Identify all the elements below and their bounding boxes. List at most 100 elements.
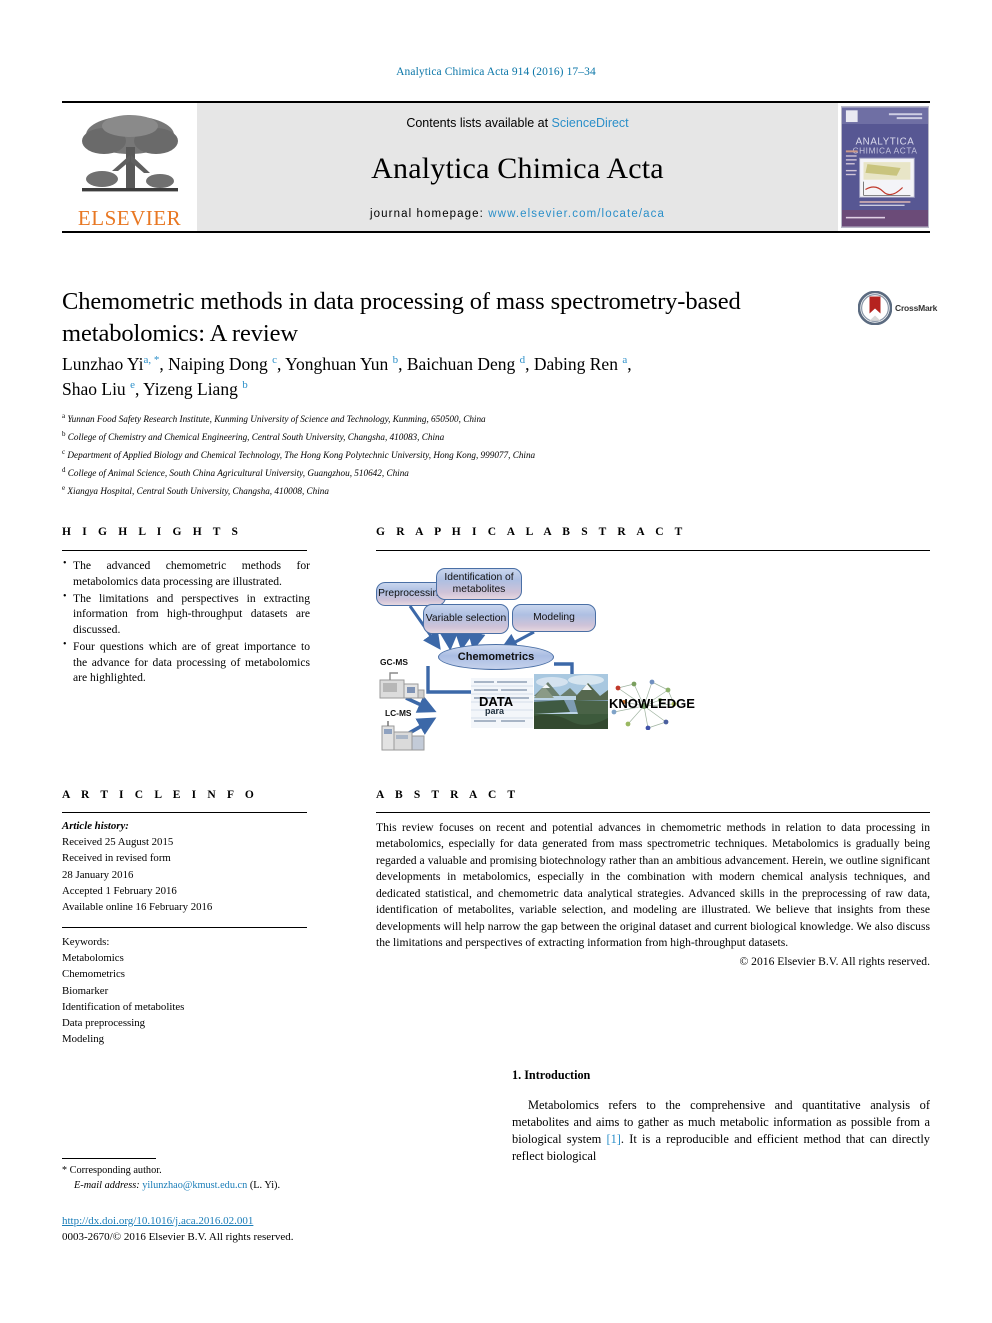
- elsevier-tree-icon: [81, 115, 178, 192]
- highlights-list: The advanced chemometric methods for met…: [62, 557, 310, 687]
- affiliation-row: b College of Chemistry and Chemical Engi…: [62, 428, 862, 446]
- author-name-5: Shao Liu: [62, 378, 126, 399]
- gc-ms-instrument-icon: [379, 672, 425, 699]
- article-info-heading: A R T I C L E I N F O: [62, 789, 258, 801]
- journal-header-center: Contents lists available at ScienceDirec…: [197, 103, 838, 231]
- article-history: Article history: Received 25 August 2015…: [62, 818, 307, 915]
- ga-node-modeling: Modeling: [512, 604, 596, 632]
- history-item: Accepted 1 February 2016: [62, 884, 177, 897]
- graphical-abstract-figure: Preprocessing Identification of metaboli…: [376, 560, 930, 751]
- list-item: The limitations and perspectives in extr…: [62, 590, 310, 638]
- email-line: E-mail address: yilunzhao@kmust.edu.cn (…: [62, 1178, 362, 1193]
- title-block: Chemometric methods in data processing o…: [62, 286, 852, 350]
- affiliation-mark: d: [62, 465, 66, 474]
- author-mark-1: c: [272, 354, 278, 367]
- corresponding-author-label: Corresponding author.: [69, 1165, 162, 1176]
- author-name-6: Yizeng Liang: [143, 378, 238, 399]
- abstract-heading: A B S T R A C T: [376, 789, 520, 801]
- ga-node-label: Preprocessing: [378, 588, 444, 600]
- article-history-label: Article history:: [62, 820, 129, 832]
- author-mark-5: e: [130, 379, 135, 392]
- email-link[interactable]: yilunzhao@kmust.edu.cn: [142, 1180, 247, 1191]
- highlights-divider: [62, 550, 307, 551]
- keywords-label: Keywords:: [62, 936, 110, 948]
- footnote-divider: [62, 1158, 156, 1159]
- affiliation-mark: e: [62, 483, 66, 492]
- citation-link[interactable]: [1]: [606, 1132, 620, 1146]
- author-name-0: Lunzhao Yi: [62, 354, 144, 374]
- affiliation-mark: a: [62, 412, 66, 420]
- ga-label-knowledge: KNOWLEDGE: [609, 696, 695, 711]
- affiliation-row: e Xiangya Hospital, Central South Univer…: [62, 482, 862, 500]
- author-name-1: Naiping Dong: [168, 354, 268, 374]
- article-info-divider: [62, 812, 307, 813]
- ga-node-label: Variable selection: [425, 613, 507, 625]
- email-label: E-mail address:: [74, 1180, 140, 1192]
- ga-node-chemometrics: Chemometrics: [438, 644, 554, 670]
- crossmark-badge[interactable]: CrossMark: [858, 286, 946, 330]
- affiliation-text: College of Chemistry and Chemical Engine…: [67, 431, 445, 442]
- lc-ms-instrument-icon: [381, 721, 425, 751]
- contents-available-line: Contents lists available at ScienceDirec…: [406, 116, 628, 130]
- running-head: Analytica Chimica Acta 914 (2016) 17–34: [396, 66, 596, 78]
- author-mark-3: d: [519, 354, 526, 367]
- affiliation-row: a Yunnan Food Safety Research Institute,…: [62, 410, 862, 428]
- author-name-4: Dabing Ren: [533, 354, 618, 374]
- abstract-text: This review focuses on recent and potent…: [376, 821, 930, 950]
- affiliation-text: College of Animal Science, South China A…: [67, 467, 409, 478]
- graphical-abstract-divider: [376, 550, 930, 551]
- author-name-3: Baichuan Deng: [406, 354, 516, 374]
- author-mark-4: a: [622, 354, 628, 367]
- journal-title: Analytica Chimica Acta: [371, 152, 664, 185]
- ga-node-label: Chemometrics: [457, 651, 535, 663]
- history-item: 28 January 2016: [62, 868, 134, 881]
- history-item: Received in revised form: [62, 852, 171, 865]
- highlights-heading: H I G H L I G H T S: [62, 526, 243, 538]
- keywords-divider: [62, 927, 307, 928]
- history-item: Available online 16 February 2016: [62, 900, 213, 913]
- ga-label-lc-ms: LC-MS: [385, 708, 412, 718]
- keyword-item: Data preprocessing: [62, 1016, 146, 1029]
- journal-article-page: Analytica Chimica Acta 914 (2016) 17–34: [0, 0, 992, 1323]
- doi-block: http://dx.doi.org/10.1016/j.aca.2016.02.…: [62, 1214, 402, 1245]
- crossmark-icon: [858, 291, 892, 325]
- affiliation-row: c Department of Applied Biology and Chem…: [62, 446, 862, 464]
- keywords-block: Keywords: Metabolomics Chemometrics Biom…: [62, 934, 307, 1047]
- list-item: Four questions which are of great import…: [62, 638, 310, 686]
- author-name-2: Yonghuan Yun: [285, 354, 389, 374]
- journal-homepage-link[interactable]: www.elsevier.com/locate/aca: [488, 208, 665, 220]
- ga-node-identification: Identification of metabolites: [436, 568, 522, 600]
- ga-node-variable-selection: Variable selection: [423, 604, 509, 634]
- elsevier-logo: ELSEVIER: [62, 103, 197, 231]
- author-mark-0: a, *: [143, 354, 160, 367]
- abstract-body: This review focuses on recent and potent…: [376, 820, 930, 970]
- history-item: Received 25 August 2015: [62, 836, 174, 849]
- corresponding-author-note: * Corresponding author. E-mail address: …: [62, 1163, 362, 1194]
- abstract-copyright: © 2016 Elsevier B.V. All rights reserved…: [739, 954, 930, 968]
- ga-label-data: DATA: [479, 694, 514, 709]
- ga-node-label: Identification of metabolites: [444, 572, 514, 595]
- abstract-divider: [376, 812, 930, 813]
- issn-copyright-line: 0003-2670/© 2016 Elsevier B.V. All right…: [62, 1230, 294, 1243]
- affiliation-mark: c: [62, 447, 66, 456]
- introduction-paragraph: Metabolomics refers to the comprehensive…: [512, 1097, 930, 1164]
- corresponding-author-line: * Corresponding author.: [62, 1163, 362, 1178]
- affiliation-text: Xiangya Hospital, Central South Universi…: [67, 485, 329, 496]
- ga-label-gc-ms: GC-MS: [380, 657, 408, 667]
- journal-homepage-line: journal homepage: www.elsevier.com/locat…: [370, 208, 665, 220]
- affiliation-row: d College of Animal Science, South China…: [62, 464, 862, 482]
- introduction-heading: 1. Introduction: [512, 1068, 591, 1082]
- keyword-item: Metabolomics: [62, 952, 124, 965]
- ga-node-label: Modeling: [533, 612, 575, 624]
- author-list: Lunzhao Yia, *, Naiping Dong c, Yonghuan…: [62, 354, 632, 399]
- list-item: The advanced chemometric methods for met…: [62, 557, 310, 590]
- affiliation-mark: b: [62, 429, 66, 438]
- sciencedirect-link[interactable]: ScienceDirect: [552, 116, 629, 130]
- author-mark-2: b: [392, 354, 399, 367]
- affiliation-text: Yunnan Food Safety Research Institute, K…: [67, 414, 486, 425]
- doi-link[interactable]: http://dx.doi.org/10.1016/j.aca.2016.02.…: [62, 1215, 253, 1227]
- affiliation-text: Department of Applied Biology and Chemic…: [67, 449, 536, 460]
- affiliation-list: a Yunnan Food Safety Research Institute,…: [62, 410, 862, 499]
- homepage-prefix: journal homepage:: [370, 208, 489, 220]
- journal-cover-thumbnail: ANALYTICA CHIMICA ACTA: [838, 103, 930, 231]
